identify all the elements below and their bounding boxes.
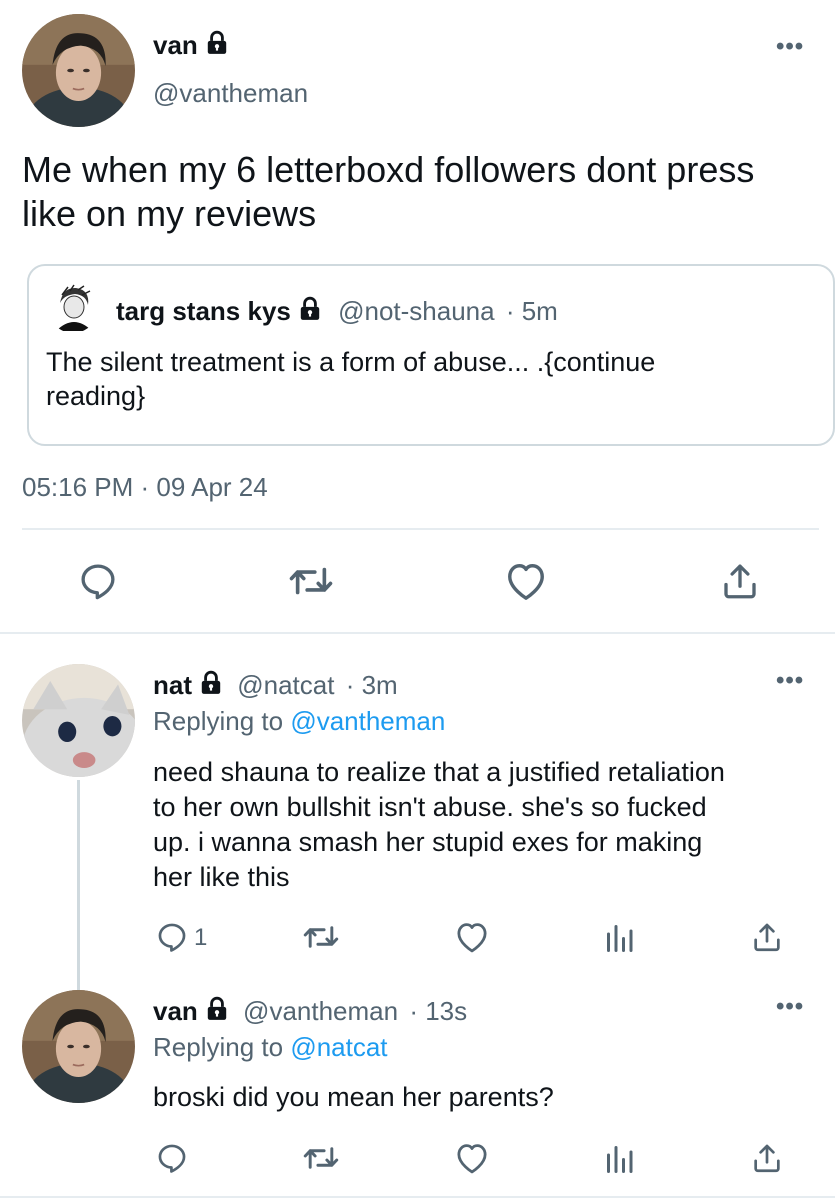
reply1-replying-to: Replying to @vantheman bbox=[153, 706, 446, 736]
share-icon[interactable] bbox=[719, 560, 761, 602]
quoted-header[interactable]: targ stans kys @not-shauna · 5m bbox=[116, 296, 558, 329]
more-icon[interactable]: ••• bbox=[776, 35, 804, 59]
reply1-time: · 3m bbox=[345, 670, 398, 700]
lock-icon bbox=[204, 30, 230, 63]
retweet-icon[interactable] bbox=[288, 560, 334, 602]
quoted-time: · 5m bbox=[505, 296, 558, 326]
divider bbox=[22, 528, 819, 530]
quoted-handle[interactable]: @not-shauna bbox=[338, 296, 495, 326]
avatar-nat[interactable] bbox=[22, 664, 135, 777]
retweet-icon[interactable] bbox=[302, 920, 340, 954]
retweet-icon[interactable] bbox=[302, 1141, 340, 1175]
lock-icon bbox=[198, 670, 224, 703]
like-icon[interactable] bbox=[453, 1141, 491, 1175]
reply-icon[interactable] bbox=[77, 560, 119, 602]
lock-icon bbox=[297, 296, 323, 329]
reply1-header[interactable]: nat @natcat · 3m bbox=[153, 670, 398, 703]
reply2-replying-to: Replying to @natcat bbox=[153, 1032, 388, 1062]
like-icon[interactable] bbox=[453, 920, 491, 954]
main-display-name[interactable]: van bbox=[153, 30, 230, 63]
bottom-divider bbox=[0, 1196, 835, 1198]
reply2-handle[interactable]: @vantheman bbox=[243, 996, 398, 1026]
quoted-text: The silent treatment is a form of abuse.… bbox=[46, 347, 656, 411]
analytics-icon[interactable] bbox=[604, 1141, 634, 1175]
reply-count: 1 bbox=[194, 924, 208, 951]
like-icon[interactable] bbox=[503, 560, 549, 602]
reply2-text: broski did you mean her parents? bbox=[153, 1082, 554, 1112]
share-icon[interactable] bbox=[750, 1141, 784, 1175]
more-icon[interactable]: ••• bbox=[776, 669, 804, 693]
share-icon[interactable] bbox=[750, 920, 784, 954]
avatar-van[interactable] bbox=[22, 990, 135, 1103]
avatar-van[interactable] bbox=[22, 14, 135, 127]
mention-link[interactable]: @vantheman bbox=[290, 706, 445, 736]
tweet-timestamp[interactable]: 05:16 PM · 09 Apr 24 bbox=[22, 472, 268, 503]
more-icon[interactable]: ••• bbox=[776, 995, 804, 1019]
reply1-text: need shauna to realize that a justified … bbox=[153, 757, 725, 892]
mention-link[interactable]: @natcat bbox=[290, 1032, 387, 1062]
lock-icon bbox=[204, 996, 230, 1029]
reply2-header[interactable]: van @vantheman · 13s bbox=[153, 996, 467, 1029]
tweet-text: Me when my 6 letterboxd followers dont p… bbox=[22, 149, 755, 234]
reply-icon[interactable] bbox=[155, 1141, 189, 1175]
main-handle[interactable]: @vantheman bbox=[153, 78, 308, 109]
reply2-time: · 13s bbox=[409, 996, 468, 1026]
avatar-quoted[interactable] bbox=[48, 283, 98, 333]
section-divider bbox=[0, 632, 835, 634]
thread-line bbox=[77, 780, 80, 990]
analytics-icon[interactable] bbox=[604, 920, 634, 954]
reply-icon[interactable] bbox=[155, 920, 189, 954]
reply1-handle[interactable]: @natcat bbox=[237, 670, 334, 700]
